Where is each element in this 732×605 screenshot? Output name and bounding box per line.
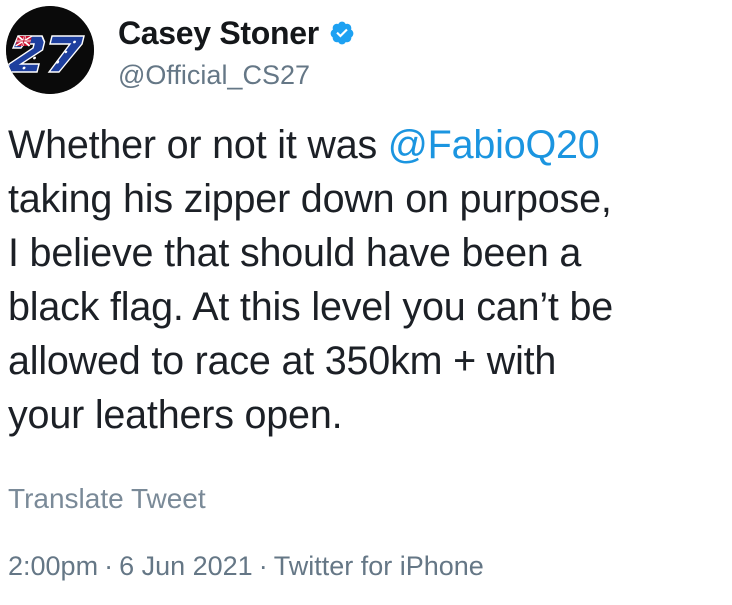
tweet-time[interactable]: 2:00pm bbox=[8, 551, 98, 581]
tweet-line-6: your leathers open. bbox=[8, 393, 343, 437]
tweet-line-2: taking his zipper down on purpose, bbox=[8, 177, 612, 221]
mention-link[interactable]: @FabioQ20 bbox=[388, 123, 600, 167]
author-names: Casey Stoner @Official_CS27 bbox=[118, 14, 355, 92]
tweet-metadata: 2:00pm · 6 Jun 2021 · Twitter for iPhone bbox=[8, 548, 484, 584]
tweet-line-4: black flag. At this level you can’t be bbox=[8, 285, 613, 329]
author-display-name[interactable]: Casey Stoner bbox=[118, 14, 319, 52]
meta-separator: · bbox=[104, 551, 114, 581]
meta-separator: · bbox=[258, 551, 268, 581]
tweet-line-3: I believe that should have been a bbox=[8, 231, 582, 275]
verified-badge-icon bbox=[329, 20, 355, 46]
avatar[interactable] bbox=[6, 6, 94, 94]
tweet-line-5: allowed to race at 350km + with bbox=[8, 339, 557, 383]
translate-tweet-link[interactable]: Translate Tweet bbox=[8, 481, 206, 517]
avatar-27-logo-icon bbox=[6, 6, 94, 94]
tweet-header: Casey Stoner @Official_CS27 bbox=[6, 6, 355, 96]
tweet-text: Whether or not it was @FabioQ20 taking h… bbox=[8, 118, 724, 442]
tweet-line-1: Whether or not it was @FabioQ20 bbox=[8, 118, 724, 172]
tweet-text-segment: Whether or not it was bbox=[8, 123, 388, 167]
tweet-card: Casey Stoner @Official_CS27 Whether or n… bbox=[0, 0, 732, 605]
tweet-date[interactable]: 6 Jun 2021 bbox=[119, 551, 253, 581]
author-handle[interactable]: @Official_CS27 bbox=[118, 58, 355, 92]
name-row: Casey Stoner bbox=[118, 14, 355, 52]
tweet-source[interactable]: Twitter for iPhone bbox=[274, 551, 484, 581]
